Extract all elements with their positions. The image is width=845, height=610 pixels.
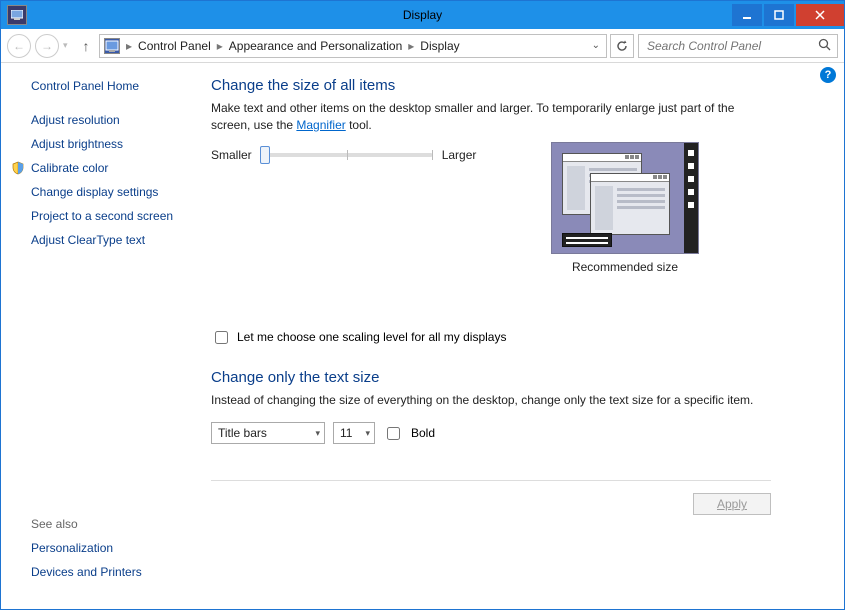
window-glyph: [590, 173, 670, 235]
address-bar[interactable]: ▸ Control Panel ▸ Appearance and Persona…: [99, 34, 607, 58]
size-slider[interactable]: [262, 153, 432, 157]
section1-description: Make text and other items on the desktop…: [211, 100, 771, 134]
see-also-personalization[interactable]: Personalization: [31, 541, 187, 555]
navbar: ← → ▾ ↑ ▸ Control Panel ▸ Appearance and…: [1, 29, 844, 63]
per-display-scaling-checkbox[interactable]: [215, 331, 228, 344]
sidebar-link-change-display-settings[interactable]: Change display settings: [31, 185, 187, 199]
window-controls: [732, 4, 844, 26]
chevron-right-icon: ▸: [124, 39, 134, 53]
close-button[interactable]: [796, 4, 844, 26]
select-value: 11: [340, 426, 352, 440]
window-title: Display: [403, 8, 442, 22]
control-panel-home-link[interactable]: Control Panel Home: [31, 79, 187, 93]
text-size-controls: Title bars ▾ 11 ▾ Bold: [211, 422, 771, 444]
display-window: Display ← → ▾ ↑ ▸ Control Panel ▸ Appear…: [0, 0, 845, 610]
sidebar-link-adjust-resolution[interactable]: Adjust resolution: [31, 113, 187, 127]
search-input[interactable]: [645, 38, 818, 54]
checkbox-label: Let me choose one scaling level for all …: [237, 330, 506, 344]
minimize-button[interactable]: [732, 4, 762, 26]
chevron-down-icon: ▾: [315, 428, 320, 439]
history-chevron-icon[interactable]: ▾: [63, 40, 73, 51]
sidebar-link-project-second-screen[interactable]: Project to a second screen: [31, 209, 187, 223]
slider-min-label: Smaller: [211, 148, 252, 162]
breadcrumb-part[interactable]: Appearance and Personalization: [229, 39, 402, 53]
taskbar-glyph: [562, 233, 612, 247]
apply-button[interactable]: Apply: [693, 493, 771, 515]
magnifier-link[interactable]: Magnifier: [296, 118, 345, 132]
see-also-section: See also Personalization Devices and Pri…: [31, 517, 187, 597]
chevron-down-icon: ▾: [365, 428, 370, 439]
chevron-right-icon: ▸: [215, 39, 225, 53]
app-icon: [7, 5, 27, 25]
preview-panel: Recommended size: [551, 142, 699, 274]
sidebar: Control Panel Home Adjust resolution Adj…: [1, 63, 201, 609]
search-box[interactable]: [638, 34, 838, 58]
sidebar-item-label: Calibrate color: [31, 161, 108, 175]
per-display-scaling-row: Let me choose one scaling level for all …: [211, 328, 771, 347]
charm-bar-icon: [684, 143, 698, 253]
up-button[interactable]: ↑: [77, 38, 95, 54]
maximize-button[interactable]: [764, 4, 794, 26]
sidebar-link-adjust-brightness[interactable]: Adjust brightness: [31, 137, 187, 151]
slider-max-label: Larger: [442, 148, 477, 162]
shield-icon: [11, 161, 25, 175]
desc-text: Make text and other items on the desktop…: [211, 101, 734, 132]
breadcrumb-part[interactable]: Display: [420, 39, 459, 53]
section2-description: Instead of changing the size of everythi…: [211, 392, 771, 409]
sidebar-link-adjust-cleartype[interactable]: Adjust ClearType text: [31, 233, 187, 247]
titlebar: Display: [1, 1, 844, 29]
select-value: Title bars: [218, 426, 267, 440]
address-dropdown-icon[interactable]: ⌄: [592, 40, 602, 51]
search-icon[interactable]: [818, 38, 831, 54]
chevron-right-icon: ▸: [406, 39, 416, 53]
forward-button[interactable]: →: [35, 34, 59, 58]
preview-image: [551, 142, 699, 254]
body: Control Panel Home Adjust resolution Adj…: [1, 63, 844, 609]
text-item-select[interactable]: Title bars ▾: [211, 422, 325, 444]
section-title-text-size: Change only the text size: [211, 369, 771, 386]
section-title-size-all: Change the size of all items: [211, 77, 771, 94]
help-icon[interactable]: ?: [820, 67, 836, 83]
breadcrumb-part[interactable]: Control Panel: [138, 39, 211, 53]
refresh-button[interactable]: [610, 34, 634, 58]
see-also-label: See also: [31, 517, 187, 531]
bold-checkbox[interactable]: [387, 427, 400, 440]
preview-caption: Recommended size: [551, 260, 699, 274]
back-button[interactable]: ←: [7, 34, 31, 58]
desc-text: tool.: [346, 118, 372, 132]
separator: [211, 480, 771, 481]
sidebar-link-calibrate-color[interactable]: Calibrate color: [31, 161, 187, 175]
see-also-devices-printers[interactable]: Devices and Printers: [31, 565, 187, 579]
bold-label: Bold: [411, 426, 435, 440]
main-content: ? Change the size of all items Make text…: [201, 63, 844, 609]
text-size-select[interactable]: 11 ▾: [333, 422, 375, 444]
slider-thumb[interactable]: [260, 146, 270, 164]
control-panel-icon: [104, 38, 120, 54]
